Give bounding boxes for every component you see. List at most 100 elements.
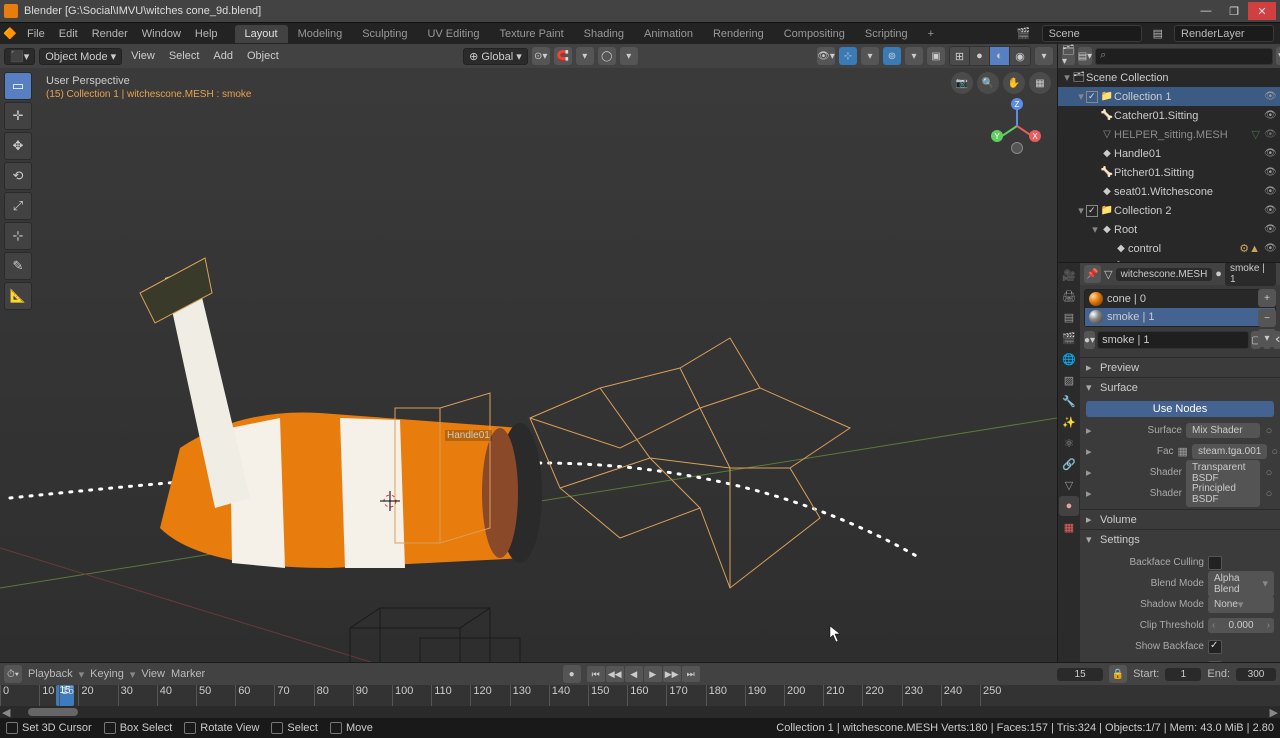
blender-icon[interactable]: 🔶 bbox=[0, 27, 20, 40]
snap-toggle[interactable]: 🧲 bbox=[554, 47, 572, 65]
tl-menu-keying[interactable]: Keying bbox=[90, 668, 124, 680]
expand-icon[interactable]: ▸ bbox=[1086, 424, 1100, 437]
tab-uv[interactable]: UV Editing bbox=[417, 25, 489, 43]
tool-measure[interactable]: 📐 bbox=[4, 282, 32, 310]
ptab-constraints[interactable]: 🔗 bbox=[1059, 454, 1079, 474]
vp-menu-object[interactable]: Object bbox=[242, 50, 284, 62]
close-button[interactable]: ✕ bbox=[1248, 2, 1276, 20]
material-name-field[interactable] bbox=[1097, 331, 1249, 349]
ptab-output[interactable]: 🖨 bbox=[1059, 286, 1079, 306]
overlays-dropdown[interactable]: ▾ bbox=[905, 47, 923, 65]
pin-icon[interactable]: 📌 bbox=[1084, 265, 1101, 283]
ptab-physics[interactable]: ⚛ bbox=[1059, 433, 1079, 453]
editor-type-dropdown[interactable]: ⬛▾ bbox=[4, 48, 35, 65]
tool-rotate[interactable]: ⟲ bbox=[4, 162, 32, 190]
ptab-scene[interactable]: 🎬 bbox=[1059, 328, 1079, 348]
outliner-root[interactable]: ▾🗂 Scene Collection bbox=[1058, 68, 1280, 87]
current-frame-field[interactable]: 15 bbox=[1057, 668, 1103, 681]
vp-ortho-button[interactable]: ▦ bbox=[1029, 72, 1051, 94]
collection-checkbox[interactable] bbox=[1086, 205, 1098, 217]
scene-field[interactable] bbox=[1042, 25, 1142, 42]
orientation-dropdown[interactable]: ⊕ Global ▾ bbox=[463, 48, 528, 65]
ptab-texture[interactable]: ▦ bbox=[1059, 517, 1079, 537]
prop-value-dropdown[interactable]: Mix Shader bbox=[1186, 423, 1260, 438]
tab-add[interactable]: + bbox=[918, 25, 944, 43]
visibility-toggle-icon[interactable]: 👁 bbox=[1264, 148, 1280, 159]
keyframe-next-button[interactable]: ▶▶ bbox=[663, 666, 681, 682]
tab-texpaint[interactable]: Texture Paint bbox=[489, 25, 573, 43]
lock-range-button[interactable]: 🔒 bbox=[1109, 665, 1127, 683]
visibility-toggle-icon[interactable]: 👁 bbox=[1264, 110, 1280, 121]
tool-select[interactable]: ▭ bbox=[4, 72, 32, 100]
ptab-material[interactable]: ● bbox=[1059, 496, 1079, 516]
section-surface[interactable]: ▾Surface bbox=[1080, 378, 1280, 397]
jump-end-button[interactable]: ⏭ bbox=[682, 666, 700, 682]
pivot-dropdown[interactable]: ⊙▾ bbox=[532, 47, 550, 65]
vp-zoom-button[interactable]: 🔍 bbox=[977, 72, 999, 94]
expand-icon[interactable]: ▸ bbox=[1086, 487, 1100, 500]
tab-scripting[interactable]: Scripting bbox=[855, 25, 918, 43]
vp-camera-button[interactable]: 📷 bbox=[951, 72, 973, 94]
ptab-particles[interactable]: ✨ bbox=[1059, 412, 1079, 432]
outliner-item[interactable]: ▾📁Collection 1👁 bbox=[1058, 87, 1280, 106]
tab-animation[interactable]: Animation bbox=[634, 25, 703, 43]
gizmo-dropdown[interactable]: ▾ bbox=[861, 47, 879, 65]
tl-menu-view[interactable]: View bbox=[141, 668, 165, 680]
section-volume[interactable]: ▸Volume bbox=[1080, 510, 1280, 529]
play-rev-button[interactable]: ◀ bbox=[625, 666, 643, 682]
material-browse-button[interactable]: ●▾ bbox=[1084, 331, 1095, 349]
nav-gizmo[interactable]: Z Y X bbox=[989, 98, 1045, 154]
collection-checkbox[interactable] bbox=[1086, 91, 1098, 103]
tab-layout[interactable]: Layout bbox=[235, 25, 288, 43]
tool-scale[interactable]: ⤢ bbox=[4, 192, 32, 220]
shade-render-button[interactable]: ◉ bbox=[1010, 47, 1030, 65]
ptab-viewlayer[interactable]: ▤ bbox=[1059, 307, 1079, 327]
node-socket-icon[interactable]: ○ bbox=[1264, 467, 1274, 479]
tool-transform[interactable]: ⊹ bbox=[4, 222, 32, 250]
viewport-3d[interactable]: ▭ ✛ ✥ ⟲ ⤢ ⊹ ✎ 📐 User Perspective (15) Co… bbox=[0, 68, 1057, 662]
tab-sculpting[interactable]: Sculpting bbox=[352, 25, 417, 43]
jump-start-button[interactable]: ⏮ bbox=[587, 666, 605, 682]
visibility-toggle-icon[interactable]: 👁 bbox=[1264, 186, 1280, 197]
slot-remove-button[interactable]: − bbox=[1258, 309, 1276, 327]
proportional-dropdown[interactable]: ▾ bbox=[620, 47, 638, 65]
shade-matprev-button[interactable]: ◐ bbox=[990, 47, 1010, 65]
tab-rendering[interactable]: Rendering bbox=[703, 25, 774, 43]
material-slot-1[interactable]: smoke | 1 bbox=[1085, 308, 1275, 326]
prop-value-dropdown[interactable]: Principled BSDF bbox=[1186, 481, 1260, 507]
outliner-item[interactable]: ◆Handle01👁 bbox=[1058, 144, 1280, 163]
play-button[interactable]: ▶ bbox=[644, 666, 662, 682]
ptab-modifiers[interactable]: 🔧 bbox=[1059, 391, 1079, 411]
gizmo-toggle[interactable]: ⊹ bbox=[839, 47, 857, 65]
menu-edit[interactable]: Edit bbox=[52, 28, 85, 40]
prop-number-field[interactable]: 0.000 bbox=[1208, 618, 1274, 633]
prop-value-dropdown[interactable]: steam.tga.001 bbox=[1192, 444, 1267, 459]
outliner-item[interactable]: 🦴Pitcher01.Sitting👁 bbox=[1058, 163, 1280, 182]
gizmo-y-icon[interactable]: Y bbox=[991, 130, 1003, 142]
section-preview[interactable]: ▸Preview bbox=[1080, 358, 1280, 377]
gizmo-x-icon[interactable]: X bbox=[1029, 130, 1041, 142]
tool-move[interactable]: ✥ bbox=[4, 132, 32, 160]
shading-dropdown[interactable]: ▾ bbox=[1035, 47, 1053, 65]
mode-dropdown[interactable]: Object Mode ▾ bbox=[39, 48, 122, 65]
tl-menu-marker[interactable]: Marker bbox=[171, 668, 205, 680]
scroll-handle[interactable] bbox=[28, 708, 78, 716]
vp-pan-button[interactable]: ✋ bbox=[1003, 72, 1025, 94]
outliner-display-dropdown[interactable]: ▤▾ bbox=[1078, 47, 1092, 65]
tl-menu-playback[interactable]: Playback bbox=[28, 668, 73, 680]
node-socket-icon[interactable]: ○ bbox=[1264, 488, 1274, 500]
autokey-button[interactable]: ● bbox=[563, 665, 581, 683]
checkbox[interactable] bbox=[1208, 640, 1222, 654]
timeline-scrollbar[interactable]: ◀▶ bbox=[0, 706, 1280, 718]
timeline-ruler[interactable]: 15 0101520304050607080901001101201301401… bbox=[0, 685, 1280, 706]
overlays-toggle[interactable]: ⊚ bbox=[883, 47, 901, 65]
menu-help[interactable]: Help bbox=[188, 28, 225, 40]
visibility-toggle-icon[interactable]: 👁 bbox=[1264, 129, 1280, 140]
checkbox[interactable] bbox=[1208, 661, 1222, 663]
outliner-item[interactable]: ▽HELPER_sitting.MESH▽👁 bbox=[1058, 125, 1280, 144]
shade-solid-button[interactable]: ● bbox=[970, 47, 990, 65]
material-slot-0[interactable]: cone | 0 bbox=[1085, 290, 1275, 308]
vp-menu-view[interactable]: View bbox=[126, 50, 160, 62]
outliner-item[interactable]: ◆control⚙▲👁 bbox=[1058, 239, 1280, 258]
outliner[interactable]: ▾🗂 Scene Collection ▾📁Collection 1👁🦴Catc… bbox=[1058, 68, 1280, 262]
